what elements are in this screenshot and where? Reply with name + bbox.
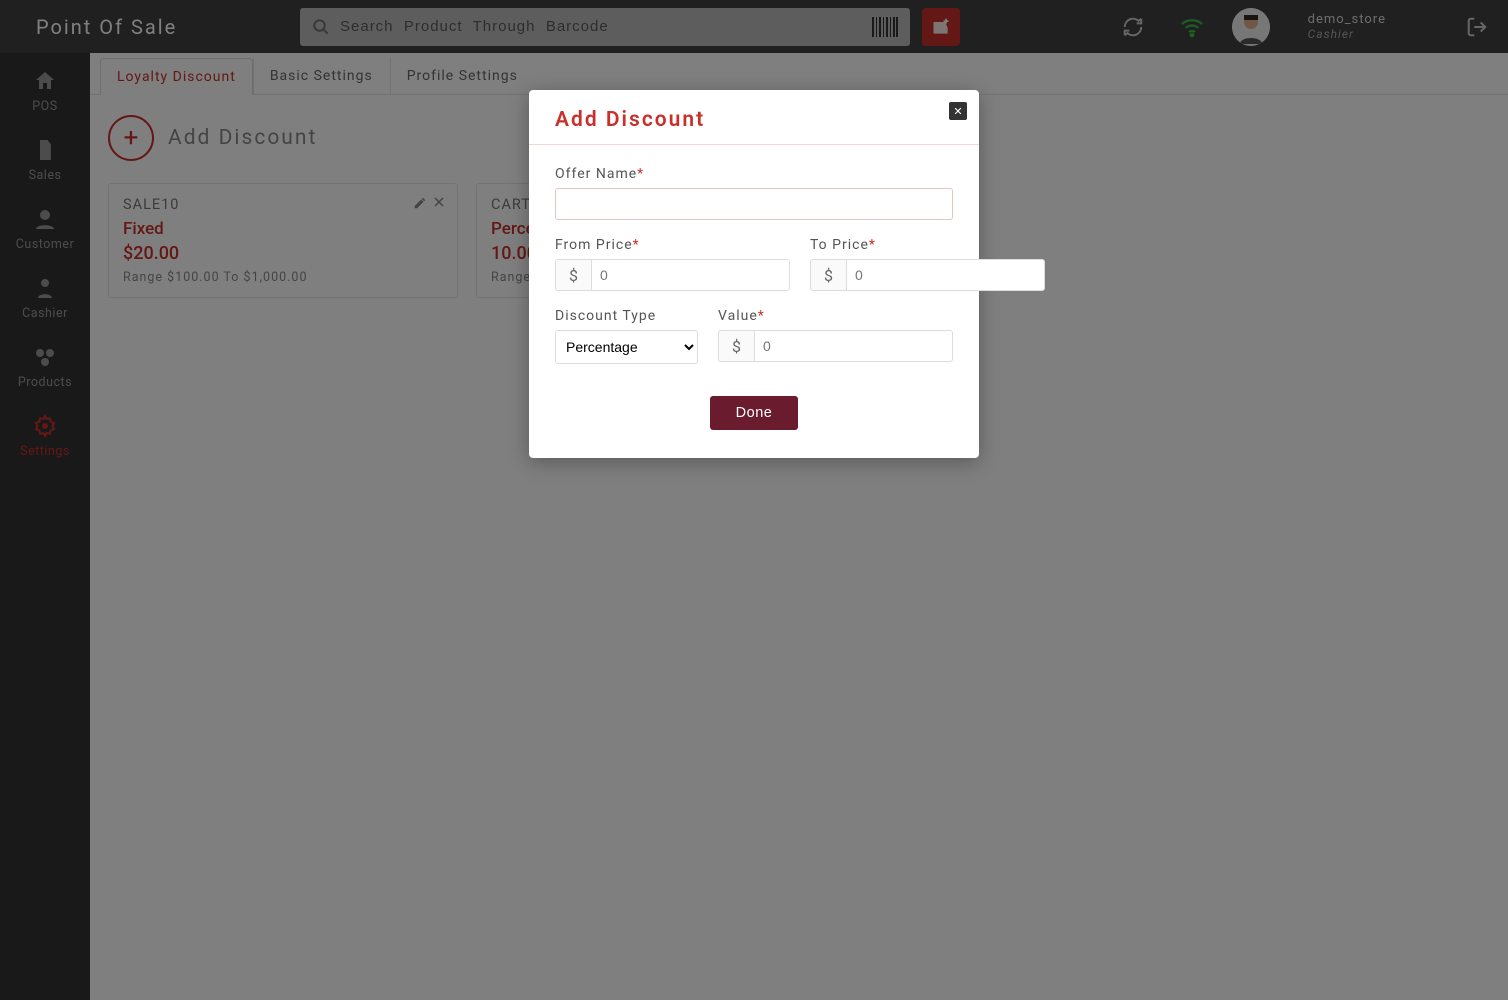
offer-name-input[interactable] — [555, 188, 953, 220]
currency-prefix: $ — [810, 259, 846, 291]
discount-type-label: Discount Type — [555, 308, 656, 324]
modal-title: Add Discount — [555, 108, 953, 132]
done-button[interactable]: Done — [710, 396, 799, 430]
add-discount-modal: Add Discount ✕ Offer Name* From Price* $… — [529, 90, 979, 458]
from-price-label: From Price* — [555, 237, 640, 253]
to-price-input[interactable] — [846, 259, 1045, 291]
value-input[interactable] — [754, 330, 953, 362]
currency-prefix: $ — [555, 259, 591, 291]
close-icon[interactable]: ✕ — [949, 102, 967, 120]
currency-prefix: $ — [718, 330, 754, 362]
discount-type-select[interactable]: Percentage — [555, 330, 698, 364]
value-label: Value* — [718, 308, 765, 324]
offer-name-label: Offer Name* — [555, 166, 644, 182]
from-price-input[interactable] — [591, 259, 790, 291]
to-price-label: To Price* — [810, 237, 876, 253]
